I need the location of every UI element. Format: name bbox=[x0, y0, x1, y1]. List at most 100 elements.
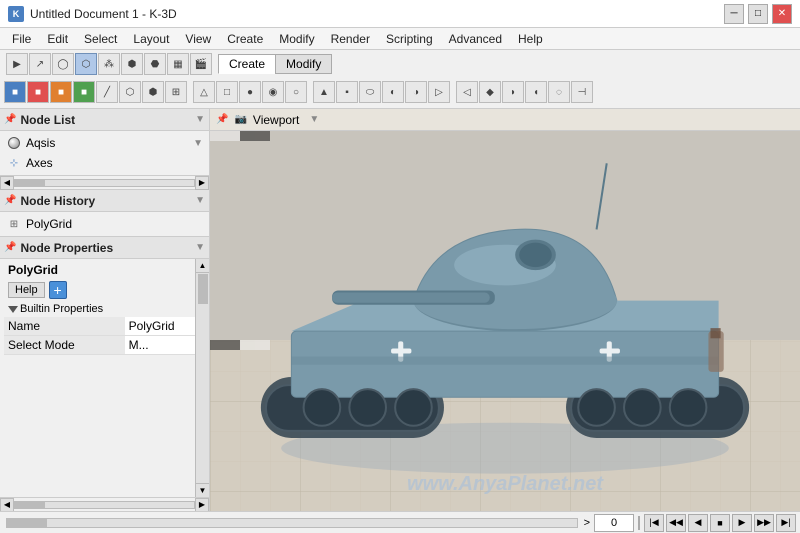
aqsis-expand[interactable]: ▼ bbox=[193, 138, 203, 149]
menu-bar: File Edit Select Layout View Create Modi… bbox=[0, 28, 800, 50]
tool-square[interactable]: □ bbox=[216, 81, 238, 103]
main-hscroll-track[interactable] bbox=[6, 518, 578, 528]
tool-orbit[interactable]: ◯ bbox=[52, 53, 74, 75]
tool-icon7[interactable]: ⬢ bbox=[142, 81, 164, 103]
prop-name-value[interactable]: PolyGrid bbox=[125, 317, 205, 336]
node-list-scroll-row: ◀ ▶ bbox=[0, 175, 209, 189]
viewport-title: Viewport bbox=[253, 113, 299, 127]
tool-move[interactable]: ↗ bbox=[29, 53, 51, 75]
props-hscroll-right[interactable]: ▶ bbox=[195, 498, 209, 512]
tool-cube2[interactable]: ■ bbox=[27, 81, 49, 103]
tool-hemi[interactable]: ◑ bbox=[405, 81, 427, 103]
frame-play-btn[interactable]: ▶ bbox=[732, 514, 752, 532]
main-content: 📌 Node List ▼ Aqsis ▼ bbox=[0, 109, 800, 511]
tool-c2[interactable]: ◖ bbox=[525, 81, 547, 103]
menu-select[interactable]: Select bbox=[76, 28, 125, 49]
menu-render[interactable]: Render bbox=[323, 28, 378, 49]
help-button[interactable]: Help bbox=[8, 282, 45, 298]
props-hscroll-left[interactable]: ◀ bbox=[0, 498, 14, 512]
frame-input[interactable] bbox=[594, 514, 634, 532]
hscroll-left-btn[interactable]: ◀ bbox=[0, 176, 14, 190]
node-list-item-axes[interactable]: ⊹ Axes bbox=[2, 153, 207, 173]
tool-sphere[interactable]: ○ bbox=[285, 81, 307, 103]
tool-icon5[interactable]: ╱ bbox=[96, 81, 118, 103]
menu-advanced[interactable]: Advanced bbox=[441, 28, 510, 49]
node-history-item-polygrid[interactable]: ⊞ PolyGrid bbox=[2, 214, 207, 234]
tool-arrow[interactable]: ▷ bbox=[428, 81, 450, 103]
status-separator bbox=[638, 516, 640, 530]
toolbar-row2: ■ ■ ■ ■ ╱ ⬡ ⬢ ⊞ △ □ ● ◉ ○ ▲ ▪ ⬭ ◐ bbox=[4, 78, 796, 106]
hscroll-thumb[interactable] bbox=[15, 180, 45, 186]
tool-tri3[interactable]: ◁ bbox=[456, 81, 478, 103]
frame-prev-btn[interactable]: ◀◀ bbox=[666, 514, 686, 532]
tool-sq3[interactable]: ◆ bbox=[479, 81, 501, 103]
frame-stop-btn[interactable]: ■ bbox=[710, 514, 730, 532]
viewport-pin-icon: 📌 bbox=[216, 114, 228, 125]
tab-create[interactable]: Create bbox=[218, 54, 275, 74]
tool-triangle[interactable]: △ bbox=[193, 81, 215, 103]
tool-sq2[interactable]: ▪ bbox=[336, 81, 358, 103]
vscroll-up-btn[interactable]: ▲ bbox=[196, 259, 209, 273]
tool-tri2[interactable]: ▲ bbox=[313, 81, 335, 103]
prop-selectmode-value[interactable]: M... bbox=[125, 336, 205, 355]
node-props-vscroll: ▲ ▼ bbox=[195, 259, 209, 497]
tool-cyl[interactable]: ⬭ bbox=[359, 81, 381, 103]
viewport-content[interactable]: www.AnyaPlanet.net bbox=[210, 131, 800, 511]
tool-circle[interactable]: ● bbox=[239, 81, 261, 103]
builtin-properties-header: Builtin Properties bbox=[4, 301, 205, 317]
menu-modify[interactable]: Modify bbox=[271, 28, 322, 49]
node-props-inner: PolyGrid Help + Builtin Properties bbox=[0, 259, 209, 357]
tool-half[interactable]: ◐ bbox=[382, 81, 404, 103]
frame-back-btn[interactable]: ◀ bbox=[688, 514, 708, 532]
menu-create[interactable]: Create bbox=[219, 28, 271, 49]
tool-rubber[interactable]: ⁂ bbox=[98, 53, 120, 75]
main-hscroll-thumb[interactable] bbox=[7, 519, 47, 527]
menu-file[interactable]: File bbox=[4, 28, 39, 49]
node-history-title: Node History bbox=[20, 194, 191, 208]
tool-cube[interactable]: ■ bbox=[4, 81, 26, 103]
tool-anim[interactable]: 🎬 bbox=[190, 53, 212, 75]
viewport-expand-icon[interactable]: ▼ bbox=[309, 114, 319, 125]
tool-node[interactable]: ⬢ bbox=[121, 53, 143, 75]
tool-cube4[interactable]: ■ bbox=[73, 81, 95, 103]
node-props-body: PolyGrid Help + Builtin Properties bbox=[0, 259, 209, 497]
tool-render[interactable]: ▦ bbox=[167, 53, 189, 75]
tool-active[interactable]: ⬡ bbox=[75, 53, 97, 75]
tool-select[interactable]: ▶ bbox=[6, 53, 28, 75]
node-list-item-aqsis[interactable]: Aqsis ▼ bbox=[2, 133, 207, 153]
frame-fwd-btn[interactable]: ▶▶ bbox=[754, 514, 774, 532]
tab-modify[interactable]: Modify bbox=[275, 54, 332, 74]
hscroll-right-btn[interactable]: ▶ bbox=[195, 176, 209, 190]
close-button[interactable]: ✕ bbox=[772, 4, 792, 24]
node-history-expand-icon[interactable]: ▼ bbox=[195, 195, 205, 206]
props-hscroll-track[interactable] bbox=[14, 501, 195, 509]
node-list-content: Aqsis ▼ ⊹ Axes bbox=[0, 131, 209, 175]
menu-layout[interactable]: Layout bbox=[125, 28, 177, 49]
tool-icon8[interactable]: ⊞ bbox=[165, 81, 187, 103]
app-container: K Untitled Document 1 - K-3D ─ □ ✕ File … bbox=[0, 0, 800, 533]
tool-snap[interactable]: ⬣ bbox=[144, 53, 166, 75]
maximize-button[interactable]: □ bbox=[748, 4, 768, 24]
builtin-expand-icon[interactable] bbox=[8, 306, 18, 313]
vscroll-thumb[interactable] bbox=[198, 274, 208, 304]
menu-scripting[interactable]: Scripting bbox=[378, 28, 441, 49]
minimize-button[interactable]: ─ bbox=[724, 4, 744, 24]
tool-cube3[interactable]: ■ bbox=[50, 81, 72, 103]
node-props-expand-icon[interactable]: ▼ bbox=[195, 242, 205, 253]
viewport-panel: 📌 📷 Viewport ▼ bbox=[210, 109, 800, 511]
tool-c3[interactable]: ◌ bbox=[548, 81, 570, 103]
tool-icon6[interactable]: ⬡ bbox=[119, 81, 141, 103]
menu-help[interactable]: Help bbox=[510, 28, 551, 49]
tool-c1[interactable]: ◗ bbox=[502, 81, 524, 103]
hscroll-track[interactable] bbox=[14, 179, 195, 187]
menu-view[interactable]: View bbox=[177, 28, 219, 49]
menu-edit[interactable]: Edit bbox=[39, 28, 76, 49]
tool-disk[interactable]: ◉ bbox=[262, 81, 284, 103]
frame-end-btn[interactable]: ▶| bbox=[776, 514, 796, 532]
node-list-expand-icon[interactable]: ▼ bbox=[195, 114, 205, 125]
node-list-title: Node List bbox=[20, 113, 191, 127]
tool-end[interactable]: ⊣ bbox=[571, 81, 593, 103]
vscroll-down-btn[interactable]: ▼ bbox=[196, 483, 209, 497]
add-property-button[interactable]: + bbox=[49, 281, 67, 299]
frame-start-btn[interactable]: |◀ bbox=[644, 514, 664, 532]
